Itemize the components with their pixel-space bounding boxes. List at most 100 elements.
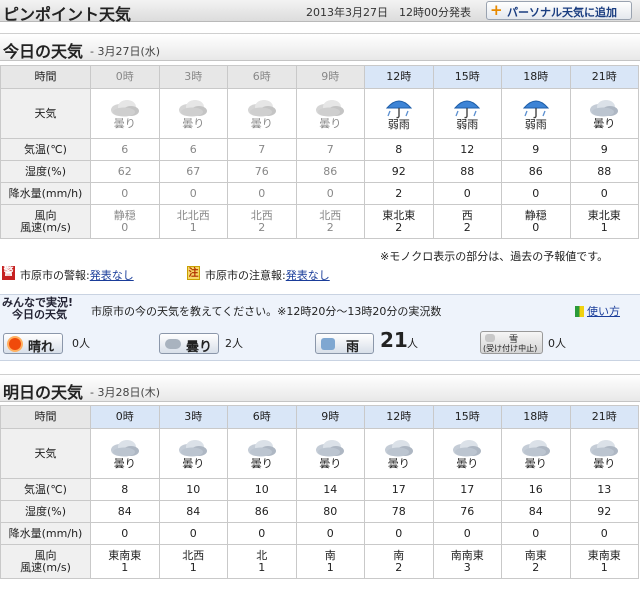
precip-cell: 0 <box>501 522 571 545</box>
time-header-cell: 15時 <box>432 405 502 429</box>
wind-direction: 北西 <box>319 208 342 222</box>
vote-rain-button[interactable]: 雨 <box>315 333 374 355</box>
today-section-header: 今日の天気 - 3月27日(水) <box>0 33 640 61</box>
past-forecast-note: ※モノクロ表示の部分は、過去の予報値です。 <box>380 250 609 263</box>
wind-speed: 2 <box>326 220 334 234</box>
tomorrow-forecast-table: 時間 0時 3時 6時 9時 12時 15時 18時 21時 天気 曇り 曇り 曇り 曇り 曇り 曇り 曇り 曇り… <box>0 405 639 579</box>
wind-speed: 0 <box>532 220 540 234</box>
time-header-cell: 12時 <box>364 65 434 89</box>
weather-text: 曇り <box>593 456 616 470</box>
wind-cell: 北北西 1 <box>158 204 228 239</box>
time-header-cell: 18時 <box>501 65 571 89</box>
precip-cell: 0 <box>569 522 639 545</box>
humidity-row-label: 湿度(%) <box>0 160 91 183</box>
wind-direction: 北 <box>256 548 268 562</box>
advisory-link[interactable]: 発表なし <box>286 269 330 282</box>
cloud-icon <box>247 439 276 456</box>
wind-cell: 東北東 2 <box>364 204 434 239</box>
wind-direction: 東北東 <box>587 208 621 222</box>
live-report-logo: みんなで実況! 今日の天気 <box>2 297 73 321</box>
weather-cell: 曇り <box>295 428 365 479</box>
precip-cell: 0 <box>501 182 571 205</box>
weather-text: 曇り <box>524 456 547 470</box>
weather-text: 曇り <box>250 116 273 130</box>
weather-cell: 曇り <box>90 428 160 479</box>
weather-cell: 曇り <box>158 428 228 479</box>
wind-direction: 南 <box>324 548 336 562</box>
wind-cell: 東北東 1 <box>569 204 639 239</box>
wind-speed: 1 <box>600 560 608 574</box>
precip-row-label: 降水量(mm/h) <box>0 522 91 545</box>
time-row-label: 時間 <box>0 405 91 429</box>
vote-snow-button[interactable]: 雪 (受け付け中止) <box>480 331 543 354</box>
vote-cloudy-count: 2人 <box>225 337 243 350</box>
humidity-cell: 84 <box>90 500 160 523</box>
precip-cell: 0 <box>432 182 502 205</box>
time-header-cell: 0時 <box>90 405 160 429</box>
temp-cell: 6 <box>158 138 228 161</box>
wind-speed: 3 <box>463 560 471 574</box>
cloud-icon <box>384 439 413 456</box>
vote-cloudy-button[interactable]: 曇り <box>159 333 219 355</box>
usage-link[interactable]: 使い方 <box>575 303 620 319</box>
wind-cell: 南東 2 <box>501 544 571 579</box>
temp-cell: 7 <box>295 138 365 161</box>
temp-cell: 12 <box>432 138 502 161</box>
wind-cell: 北西 2 <box>295 204 365 239</box>
precip-cell: 0 <box>227 182 297 205</box>
wind-direction: 東南東 <box>108 548 142 562</box>
precip-cell: 2 <box>364 182 434 205</box>
wind-cell: 南南東 3 <box>432 544 502 579</box>
weather-text: 曇り <box>182 456 205 470</box>
vote-sunny-button[interactable]: 晴れ <box>3 333 63 355</box>
rain-umbrella-icon <box>522 100 549 118</box>
time-header-cell: 9時 <box>295 405 365 429</box>
humidity-cell: 84 <box>501 500 571 523</box>
wind-cell: 南2 <box>364 544 434 579</box>
humidity-cell: 92 <box>364 160 434 183</box>
weather-text: 曇り <box>319 456 342 470</box>
weather-text: 弱雨 <box>524 117 547 131</box>
wind-direction: 静穏 <box>113 208 136 222</box>
weather-text: 曇り <box>387 456 410 470</box>
humidity-cell: 67 <box>158 160 228 183</box>
time-row-label: 時間 <box>0 65 91 89</box>
weather-cell: 曇り <box>432 428 502 479</box>
wind-cell: 北西 1 <box>158 544 228 579</box>
logo-line2: 今日の天気 <box>12 308 67 321</box>
weather-cell: 曇り <box>569 88 639 139</box>
temp-cell: 16 <box>501 478 571 501</box>
rain-umbrella-icon <box>454 100 481 118</box>
time-header-cell: 0時 <box>90 65 160 89</box>
today-forecast-table: 時間 0時 3時 6時 9時 12時 15時 18時 21時 天気 曇り 曇り 曇り 曇り 弱雨 弱雨 弱雨 曇り… <box>0 65 639 239</box>
wind-speed: 1 <box>189 560 197 574</box>
weather-text: 曇り <box>250 456 273 470</box>
weather-text: 曇り <box>319 116 342 130</box>
temp-cell: 13 <box>569 478 639 501</box>
weather-cell: 曇り <box>364 428 434 479</box>
vote-sunny-count: 0人 <box>72 337 90 350</box>
wind-cell: 西2 <box>432 204 502 239</box>
humidity-cell: 86 <box>227 500 297 523</box>
vote-rain-count: 21 <box>380 328 408 352</box>
rain-icon <box>321 338 335 350</box>
warning-link[interactable]: 発表なし <box>90 269 134 282</box>
vote-rain-unit: 人 <box>407 337 418 350</box>
add-personal-weather-button[interactable]: + パーソナル天気に追加 <box>486 1 632 20</box>
precip-row-label: 降水量(mm/h) <box>0 182 91 205</box>
usage-link-text[interactable]: 使い方 <box>587 305 620 318</box>
add-personal-weather-label: パーソナル天気に追加 <box>507 6 617 19</box>
temp-cell: 7 <box>227 138 297 161</box>
precip-cell: 0 <box>295 522 365 545</box>
tomorrow-date: - 3月28日(木) <box>90 386 161 399</box>
weather-row-label: 天気 <box>0 428 91 479</box>
wind-speed: 2 <box>395 220 403 234</box>
wind-cell: 静穏 0 <box>501 204 571 239</box>
temp-row-label: 気温(℃) <box>0 478 91 501</box>
weather-row-label: 天気 <box>0 88 91 139</box>
issued-time: 2013年3月27日 12時00分発表 <box>306 6 471 19</box>
time-header-cell: 9時 <box>295 65 365 89</box>
weather-text: 曇り <box>182 116 205 130</box>
wind-direction: 北北西 <box>176 208 210 222</box>
wind-speed: 0 <box>121 220 129 234</box>
